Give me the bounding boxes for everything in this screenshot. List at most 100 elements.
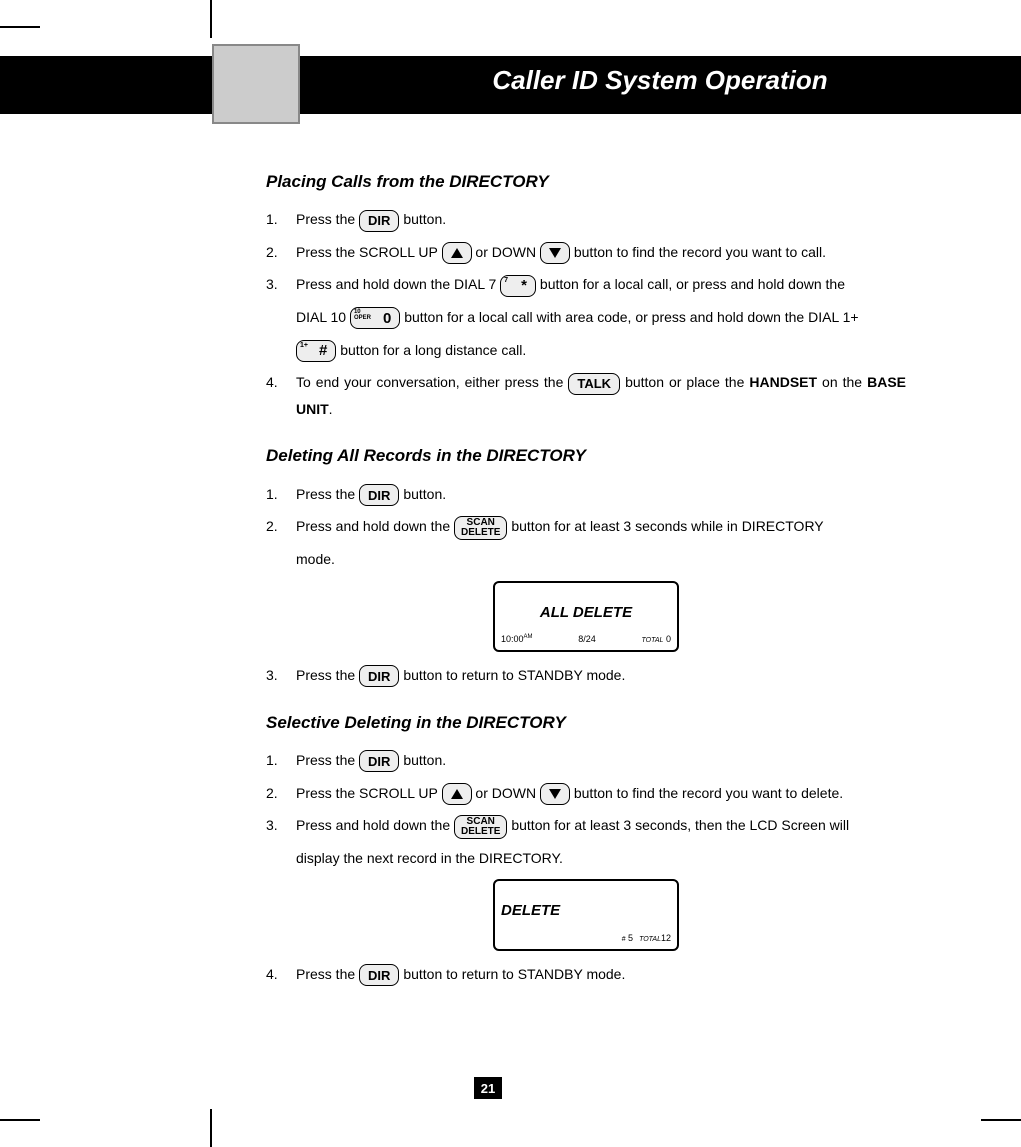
text: button for at least 3 seconds while in D… bbox=[511, 518, 823, 534]
text: Press and hold down the bbox=[296, 518, 454, 534]
step-continued: display the next record in the DIRECTORY… bbox=[296, 845, 906, 872]
key-corner: 10 OPER bbox=[354, 309, 371, 321]
step: 2. Press the SCROLL UP or DOWN button to… bbox=[266, 239, 906, 266]
text: button to return to STANDBY mode. bbox=[403, 966, 625, 982]
text: button. bbox=[403, 752, 446, 768]
step-body: Press the SCROLL UP or DOWN button to fi… bbox=[296, 780, 906, 807]
step-number: 1. bbox=[266, 481, 296, 508]
text: button to find the record you want to de… bbox=[574, 785, 843, 801]
lcd-total: TOTAL12 bbox=[639, 930, 671, 947]
text: Press the bbox=[296, 966, 359, 982]
key-corner: 1+ bbox=[300, 342, 308, 349]
crop-mark bbox=[0, 1119, 40, 1121]
lcd-row-blank bbox=[501, 885, 671, 897]
dial-10-oper-0-button: 10 OPER 0 bbox=[350, 307, 400, 329]
key-main: # bbox=[319, 343, 327, 358]
lcd-status-row: 10:00AM 8/24 TOTAL 0 bbox=[501, 631, 671, 648]
talk-button: TALK bbox=[568, 373, 620, 395]
step-body: Press and hold down the SCAN DELETE butt… bbox=[296, 513, 906, 540]
step: 3. Press and hold down the SCAN DELETE b… bbox=[266, 812, 906, 839]
text: Press and hold down the DIAL 7 bbox=[296, 276, 500, 292]
text: button for a local call with area code, … bbox=[404, 309, 858, 325]
scroll-down-button bbox=[540, 242, 570, 264]
step-number: 2. bbox=[266, 513, 296, 540]
step-number: 1. bbox=[266, 747, 296, 774]
text: button or place the bbox=[625, 374, 749, 390]
key-corner: 7 bbox=[504, 277, 508, 284]
step-body: Press and hold down the DIAL 7 7 * butto… bbox=[296, 271, 906, 298]
scan-delete-button: SCAN DELETE bbox=[454, 815, 507, 839]
scroll-down-button bbox=[540, 783, 570, 805]
text: To end your conversation, either press t… bbox=[296, 374, 568, 390]
lcd-row-blank bbox=[501, 587, 671, 599]
down-arrow-icon bbox=[549, 789, 561, 799]
text: on the bbox=[822, 374, 867, 390]
key-line2: DELETE bbox=[461, 528, 500, 538]
crop-mark bbox=[0, 26, 40, 28]
text: Press the bbox=[296, 752, 359, 768]
manual-page: Caller ID System Operation Placing Calls… bbox=[0, 0, 1021, 1147]
text: Press the SCROLL UP bbox=[296, 785, 442, 801]
up-arrow-icon bbox=[451, 789, 463, 799]
crop-mark bbox=[210, 1109, 212, 1147]
section-heading-delete-all: Deleting All Records in the DIRECTORY bbox=[266, 440, 906, 472]
step-body: Press the DIR button. bbox=[296, 481, 906, 508]
step: 2. Press the SCROLL UP or DOWN button to… bbox=[266, 780, 906, 807]
header-image-placeholder bbox=[214, 46, 298, 122]
text: button for at least 3 seconds, then the … bbox=[511, 817, 849, 833]
lcd-main-text: ALL DELETE bbox=[501, 599, 671, 628]
step-body: Press the DIR button to return to STANDB… bbox=[296, 961, 906, 988]
step-body: Press the SCROLL UP or DOWN button to fi… bbox=[296, 239, 906, 266]
page-title: Caller ID System Operation bbox=[310, 65, 1010, 96]
text: button for a local call, or press and ho… bbox=[540, 276, 845, 292]
step-continued: 1+ # button for a long distance call. bbox=[296, 337, 906, 364]
step-number: 4. bbox=[266, 961, 296, 988]
text: DIAL 10 bbox=[296, 309, 350, 325]
text: button. bbox=[403, 211, 446, 227]
text: button to return to STANDBY mode. bbox=[403, 667, 625, 683]
step-continued: mode. bbox=[296, 546, 906, 573]
scroll-up-button bbox=[442, 783, 472, 805]
lcd-time: 10:00AM bbox=[501, 631, 533, 648]
dial-1plus-hash-button: 1+ # bbox=[296, 340, 336, 362]
step-body: Press and hold down the SCAN DELETE butt… bbox=[296, 812, 906, 839]
lcd-date: 8/24 bbox=[578, 631, 596, 648]
text: . bbox=[329, 401, 333, 417]
content-column: Placing Calls from the DIRECTORY 1. Pres… bbox=[266, 148, 906, 994]
lcd-main-text: DELETE bbox=[501, 897, 671, 926]
scroll-up-button bbox=[442, 242, 472, 264]
bold-text: HANDSET bbox=[749, 374, 817, 390]
step-number: 3. bbox=[266, 812, 296, 839]
step-number: 3. bbox=[266, 662, 296, 689]
step-number: 4. bbox=[266, 369, 296, 422]
text: button for a long distance call. bbox=[340, 342, 526, 358]
step-number: 3. bbox=[266, 271, 296, 298]
crop-mark bbox=[210, 0, 212, 38]
corner-line2: OPER bbox=[354, 315, 371, 321]
crop-mark bbox=[981, 1119, 1021, 1121]
key-line1: SCAN bbox=[467, 817, 495, 827]
section-heading-placing: Placing Calls from the DIRECTORY bbox=[266, 166, 906, 198]
scan-delete-button: SCAN DELETE bbox=[454, 516, 507, 540]
down-arrow-icon bbox=[549, 248, 561, 258]
dir-button: DIR bbox=[359, 210, 399, 232]
lcd-hash: # 5 bbox=[622, 930, 633, 947]
step: 2. Press and hold down the SCAN DELETE b… bbox=[266, 513, 906, 540]
key-main: * bbox=[521, 278, 527, 293]
lcd-status-row: # 5 TOTAL12 bbox=[501, 930, 671, 947]
step: 1. Press the DIR button. bbox=[266, 481, 906, 508]
step-body: Press the DIR button. bbox=[296, 747, 906, 774]
text: Press and hold down the bbox=[296, 817, 454, 833]
text: button to find the record you want to ca… bbox=[574, 244, 826, 260]
dir-button: DIR bbox=[359, 665, 399, 687]
step-body: Press the DIR button to return to STANDB… bbox=[296, 662, 906, 689]
text: or DOWN bbox=[475, 785, 540, 801]
step-number: 1. bbox=[266, 206, 296, 233]
text: button. bbox=[403, 486, 446, 502]
step: 4. Press the DIR button to return to STA… bbox=[266, 961, 906, 988]
dial-7-star-button: 7 * bbox=[500, 275, 536, 297]
step-number: 2. bbox=[266, 780, 296, 807]
text: Press the bbox=[296, 211, 359, 227]
dir-button: DIR bbox=[359, 750, 399, 772]
step: 1. Press the DIR button. bbox=[266, 206, 906, 233]
